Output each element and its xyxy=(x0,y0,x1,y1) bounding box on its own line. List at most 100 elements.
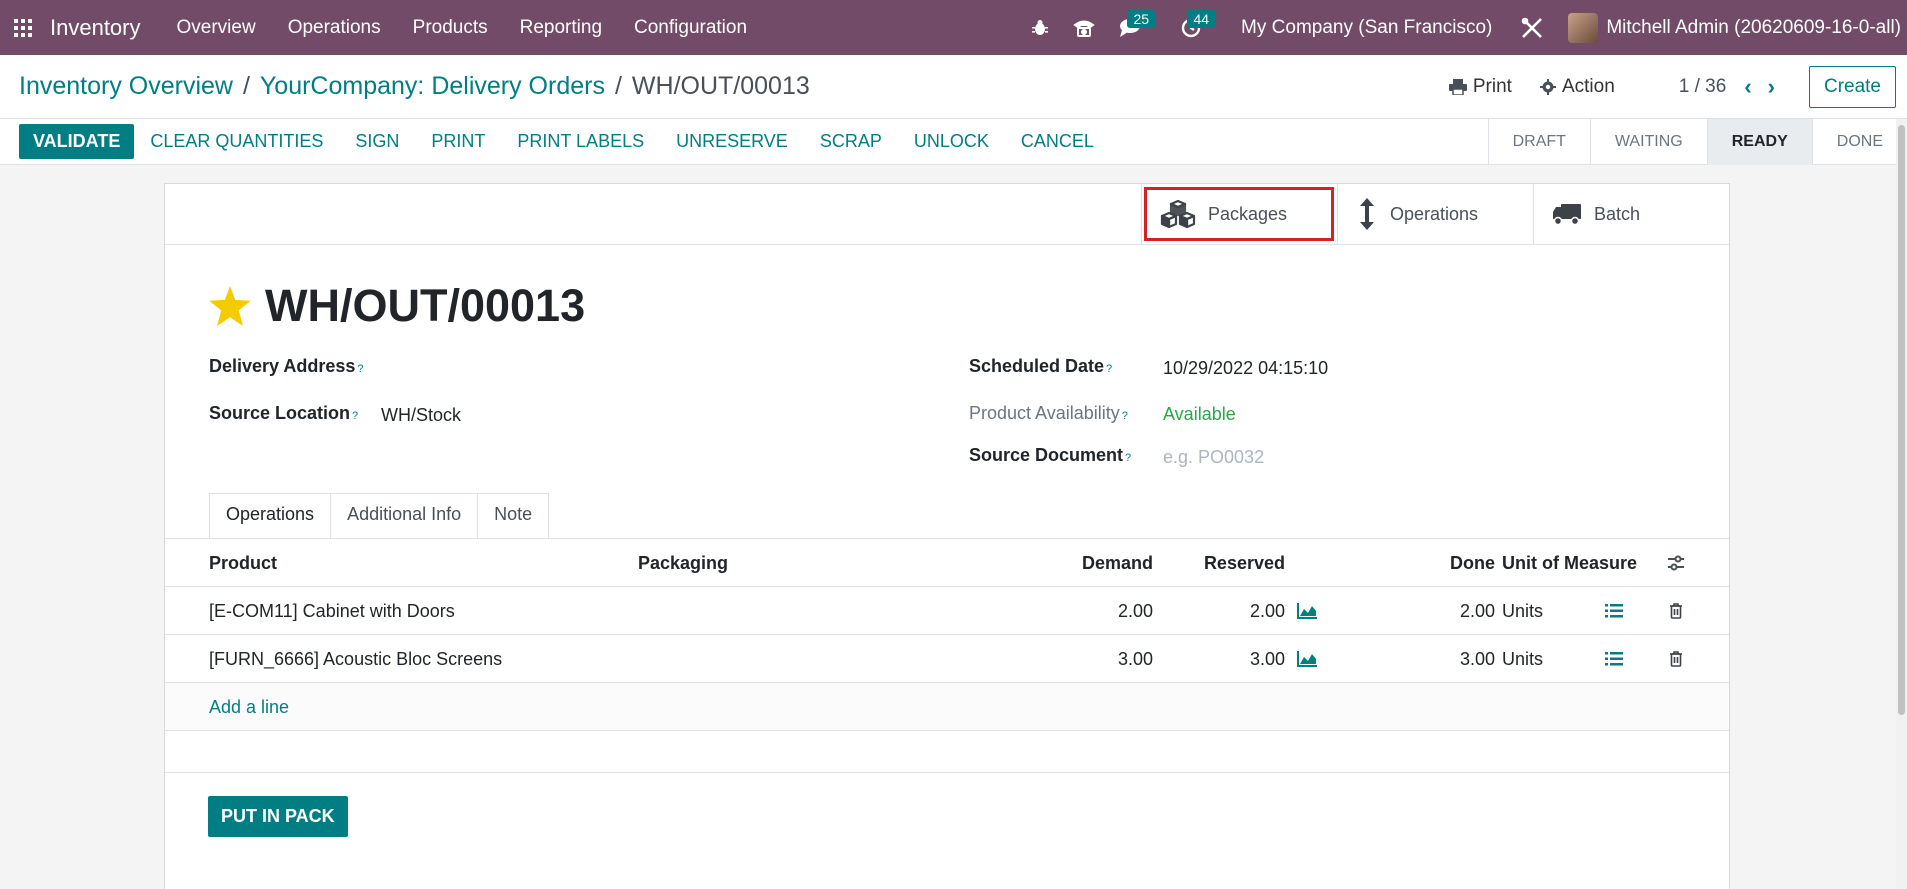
optional-columns-icon[interactable] xyxy=(1667,539,1685,587)
add-line-row: Add a line xyxy=(165,683,1729,731)
scrap-button[interactable]: SCRAP xyxy=(804,131,898,152)
pager-value[interactable]: 1 / 36 xyxy=(1629,76,1737,98)
row-uom: Units xyxy=(1502,648,1544,669)
activity-clock-icon[interactable]: 44 xyxy=(1169,9,1216,38)
batch-smart-button[interactable]: Batch xyxy=(1533,184,1729,244)
source-document-field[interactable]: e.g. PO0032 xyxy=(1163,447,1264,468)
help-tooltip-icon[interactable]: ? xyxy=(1106,363,1112,375)
packages-label: Packages xyxy=(1208,203,1288,224)
cancel-button[interactable]: CANCEL xyxy=(1005,131,1110,152)
notebook-tabs: Operations Additional Info Note xyxy=(209,493,550,539)
put-in-pack-button[interactable]: PUT IN PACK xyxy=(208,796,348,837)
row-done: 2.00 xyxy=(1459,600,1495,621)
forecast-chart-icon[interactable] xyxy=(1297,587,1317,635)
breadcrumb-inventory-overview[interactable]: Inventory Overview xyxy=(19,72,233,101)
table-row[interactable]: [FURN_6666] Acoustic Bloc Screens 3.00 3… xyxy=(165,635,1729,683)
print-button[interactable]: PRINT xyxy=(415,131,501,152)
gear-icon xyxy=(1539,78,1556,95)
print-labels-button[interactable]: PRINT LABELS xyxy=(501,131,660,152)
row-product: [FURN_6666] Acoustic Bloc Screens xyxy=(209,648,503,669)
pager-previous-icon[interactable]: ‹ xyxy=(1736,74,1759,100)
header-demand[interactable]: Demand xyxy=(945,539,1153,587)
detailed-operations-icon[interactable] xyxy=(1605,635,1623,683)
star-icon[interactable] xyxy=(209,286,251,326)
action-menu-label: Action xyxy=(1561,75,1615,97)
sign-button[interactable]: SIGN xyxy=(339,131,415,152)
header-done[interactable]: Done xyxy=(1345,539,1495,587)
row-uom: Units xyxy=(1502,600,1544,621)
delete-trash-icon[interactable] xyxy=(1669,635,1683,683)
chat-badge: 25 xyxy=(1127,9,1156,28)
page-scrollbar[interactable] xyxy=(1896,119,1907,889)
vertical-arrows-icon xyxy=(1360,198,1374,230)
unreserve-button[interactable]: UNRESERVE xyxy=(660,131,804,152)
add-line-link[interactable]: Add a line xyxy=(209,683,289,731)
breadcrumb-separator: / xyxy=(242,72,250,100)
delete-trash-icon[interactable] xyxy=(1669,587,1683,635)
phone-icon[interactable] xyxy=(1061,18,1107,38)
section-divider xyxy=(165,772,1729,773)
stage-ready: READY xyxy=(1707,118,1813,165)
tab-additional-info[interactable]: Additional Info xyxy=(331,493,479,539)
source-location-label: Source Location? xyxy=(209,403,359,423)
breadcrumb-delivery-orders[interactable]: YourCompany: Delivery Orders xyxy=(260,72,605,101)
action-menu-button[interactable]: Action xyxy=(1526,76,1629,98)
scrollbar-thumb[interactable] xyxy=(1898,125,1905,715)
user-avatar[interactable] xyxy=(1568,12,1599,43)
scheduled-date-label: Scheduled Date? xyxy=(969,356,1113,376)
header-packaging[interactable]: Packaging xyxy=(638,539,728,587)
header-reserved[interactable]: Reserved xyxy=(1125,539,1285,587)
menu-products[interactable]: Products xyxy=(397,17,504,39)
unlock-button[interactable]: UNLOCK xyxy=(898,131,1005,152)
row-demand: 2.00 xyxy=(1117,600,1153,621)
menu-configuration[interactable]: Configuration xyxy=(618,17,763,39)
menu-overview[interactable]: Overview xyxy=(161,17,272,39)
help-tooltip-icon[interactable]: ? xyxy=(1125,452,1131,464)
scheduled-date-field[interactable]: 10/29/2022 04:15:10 xyxy=(1163,358,1328,379)
breadcrumb-current: WH/OUT/00013 xyxy=(631,72,810,100)
top-navbar: Inventory Overview Operations Products R… xyxy=(0,0,1907,55)
chat-icon[interactable]: 25 xyxy=(1107,9,1156,38)
menu-reporting[interactable]: Reporting xyxy=(504,17,618,39)
row-done: 3.00 xyxy=(1459,648,1495,669)
delivery-address-field[interactable] xyxy=(381,356,881,380)
product-availability-label: Product Availability? xyxy=(969,403,1128,423)
table-row[interactable]: [E-COM11] Cabinet with Doors 2.00 2.00 2… xyxy=(165,587,1729,635)
form-sheet: Packages Operations Batch WH/OUT/00013 D… xyxy=(164,183,1730,889)
clear-quantities-button[interactable]: CLEAR QUANTITIES xyxy=(134,131,339,152)
user-menu[interactable]: Mitchell Admin (20620609-16-0-all) xyxy=(1606,17,1907,39)
tab-note[interactable]: Note xyxy=(478,493,550,539)
print-menu-label: Print xyxy=(1472,75,1512,97)
help-tooltip-icon[interactable]: ? xyxy=(352,410,358,422)
source-location-field[interactable]: WH/Stock xyxy=(381,405,461,426)
operations-label: Operations xyxy=(1390,203,1479,224)
control-panel: Inventory Overview / YourCompany: Delive… xyxy=(0,55,1907,119)
row-reserved: 2.00 xyxy=(1249,600,1285,621)
product-availability-value: Available xyxy=(1163,404,1236,424)
header-product[interactable]: Product xyxy=(209,539,277,587)
tools-icon[interactable] xyxy=(1508,16,1556,40)
print-menu-button[interactable]: Print xyxy=(1435,76,1526,98)
row-product: [E-COM11] Cabinet with Doors xyxy=(209,600,455,621)
help-tooltip-icon[interactable]: ? xyxy=(1122,410,1128,422)
tab-operations[interactable]: Operations xyxy=(209,493,332,539)
validate-button[interactable]: VALIDATE xyxy=(19,124,135,159)
menu-operations[interactable]: Operations xyxy=(272,17,397,39)
forecast-chart-icon[interactable] xyxy=(1297,635,1317,683)
header-unit-of-measure[interactable]: Unit of Measure xyxy=(1502,539,1637,587)
detailed-operations-icon[interactable] xyxy=(1605,587,1623,635)
app-brand[interactable]: Inventory xyxy=(46,15,161,41)
delivery-address-label: Delivery Address? xyxy=(209,356,364,376)
help-tooltip-icon[interactable]: ? xyxy=(357,363,363,375)
packages-smart-button[interactable]: Packages xyxy=(1141,184,1337,244)
debug-bug-icon[interactable] xyxy=(1019,19,1061,37)
record-title-row: WH/OUT/00013 xyxy=(209,280,585,332)
operations-smart-button[interactable]: Operations xyxy=(1337,184,1533,244)
row-reserved: 3.00 xyxy=(1249,648,1285,669)
create-button[interactable]: Create xyxy=(1808,65,1896,108)
company-switcher[interactable]: My Company (San Francisco) xyxy=(1227,17,1508,39)
status-bar: VALIDATE CLEAR QUANTITIES SIGN PRINT PRI… xyxy=(0,118,1907,165)
stage-indicator: DRAFT WAITING READY DONE xyxy=(1487,118,1907,165)
apps-menu-icon[interactable] xyxy=(0,0,46,55)
pager-next-icon[interactable]: › xyxy=(1760,74,1783,100)
